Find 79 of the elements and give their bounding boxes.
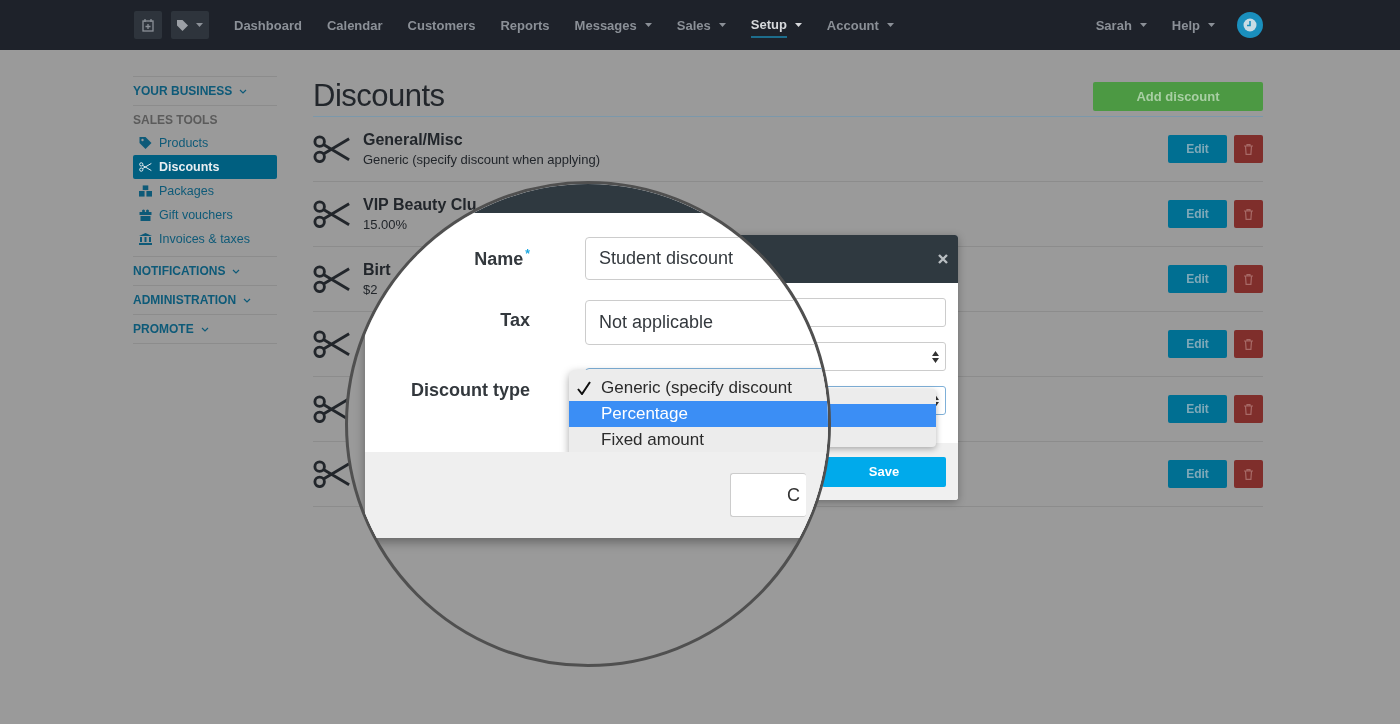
tag-menu-button[interactable]	[171, 11, 209, 39]
nav-tab[interactable]: Messages	[574, 0, 652, 50]
nav-tab[interactable]: Account	[826, 0, 894, 50]
sidebar-section[interactable]: NOTIFICATIONS	[133, 257, 277, 286]
trash-icon	[1244, 273, 1253, 285]
delete-button[interactable]	[1234, 200, 1263, 228]
sidebar-item[interactable]: Packages	[133, 179, 277, 203]
trash-icon	[1244, 468, 1253, 480]
sidebar-section[interactable]: ADMINISTRATION	[133, 286, 277, 315]
delete-button[interactable]	[1234, 460, 1263, 488]
nav-tab[interactable]: Reports	[500, 0, 550, 50]
caret-icon	[1139, 23, 1147, 27]
chevron-icon	[243, 297, 252, 303]
discount-detail: Generic (specify discount when applying)	[363, 152, 600, 167]
checkmark-icon	[577, 381, 591, 395]
nav-tab[interactable]: Setup	[750, 0, 802, 50]
field-label: Tax	[500, 310, 530, 331]
page-title: Discounts	[313, 78, 445, 114]
sidebar-item[interactable]: Invoices & taxes	[133, 227, 277, 251]
sidebar-section[interactable]: PROMOTE	[133, 315, 277, 344]
discount-detail: 15.00%	[363, 217, 408, 232]
dropdown-option[interactable]: Percentage	[569, 401, 828, 427]
discount-name: General/Misc	[363, 131, 463, 149]
sidebar-item[interactable]: Discounts	[133, 155, 277, 179]
tag-icon	[139, 137, 152, 149]
nav-tab[interactable]: Calendar	[326, 0, 383, 50]
nav-tab[interactable]: Customers	[407, 0, 476, 50]
sidebar-item[interactable]: Products	[133, 131, 277, 155]
sidebar-section[interactable]: YOUR BUSINESS	[133, 77, 277, 106]
gift-icon	[139, 209, 152, 221]
nav-menu[interactable]: Help	[1171, 0, 1215, 50]
tag-icon	[177, 19, 188, 31]
edit-button[interactable]: Edit	[1168, 395, 1227, 423]
scissors-icon	[313, 264, 351, 294]
chevron-icon	[200, 326, 209, 332]
trash-icon	[1244, 143, 1253, 155]
edit-button[interactable]: Edit	[1168, 460, 1227, 488]
delete-button[interactable]	[1234, 395, 1263, 423]
discount-name: Birt	[363, 261, 391, 279]
calendar-button[interactable]	[134, 11, 162, 39]
nav-tab[interactable]: Sales	[676, 0, 726, 50]
discount-detail: $2	[363, 282, 378, 297]
save-button[interactable]: Save	[822, 456, 946, 487]
calendar-icon	[142, 18, 154, 32]
scissors-icon	[313, 329, 351, 359]
clock-avatar-icon[interactable]	[1237, 12, 1263, 38]
trash-icon	[1244, 338, 1253, 350]
delete-button[interactable]	[1234, 330, 1263, 358]
sidebar-item[interactable]: Gift vouchers	[133, 203, 277, 227]
nav-tab[interactable]: Dashboard	[234, 0, 302, 50]
chevron-icon	[232, 268, 241, 274]
caret-icon	[196, 23, 203, 27]
scissors-icon	[313, 134, 351, 164]
dropdown-option[interactable]: Generic (specify discount	[569, 375, 828, 401]
select-arrows-icon	[932, 350, 939, 363]
field-label: Discount type	[411, 380, 530, 401]
trash-icon	[1244, 208, 1253, 220]
field-label: Name$^{*}$	[474, 247, 530, 270]
edit-button[interactable]: Edit	[1168, 200, 1227, 228]
dropdown-option[interactable]: Fixed amount	[569, 427, 828, 453]
delete-button[interactable]	[1234, 135, 1263, 163]
scissors-icon	[313, 199, 351, 229]
scissors-icon	[313, 459, 351, 489]
nav-menu[interactable]: Sarah	[1095, 0, 1147, 50]
bank-icon	[139, 233, 152, 245]
trash-icon	[1244, 403, 1253, 415]
close-icon[interactable]	[938, 254, 948, 264]
delete-button[interactable]	[1234, 265, 1263, 293]
add-discount-button[interactable]: Add discount	[1093, 81, 1263, 111]
scissors-icon	[139, 162, 152, 172]
sidebar-heading: SALES TOOLS	[133, 112, 219, 129]
cubes-icon	[139, 185, 152, 197]
caret-icon	[1208, 23, 1215, 27]
chevron-icon	[239, 88, 248, 94]
edit-button[interactable]: Edit	[1168, 265, 1227, 293]
edit-button[interactable]: Edit	[1168, 330, 1227, 358]
cancel-button[interactable]: C	[730, 473, 806, 517]
discount-name: VIP Beauty Clu	[363, 196, 477, 214]
edit-button[interactable]: Edit	[1168, 135, 1227, 163]
